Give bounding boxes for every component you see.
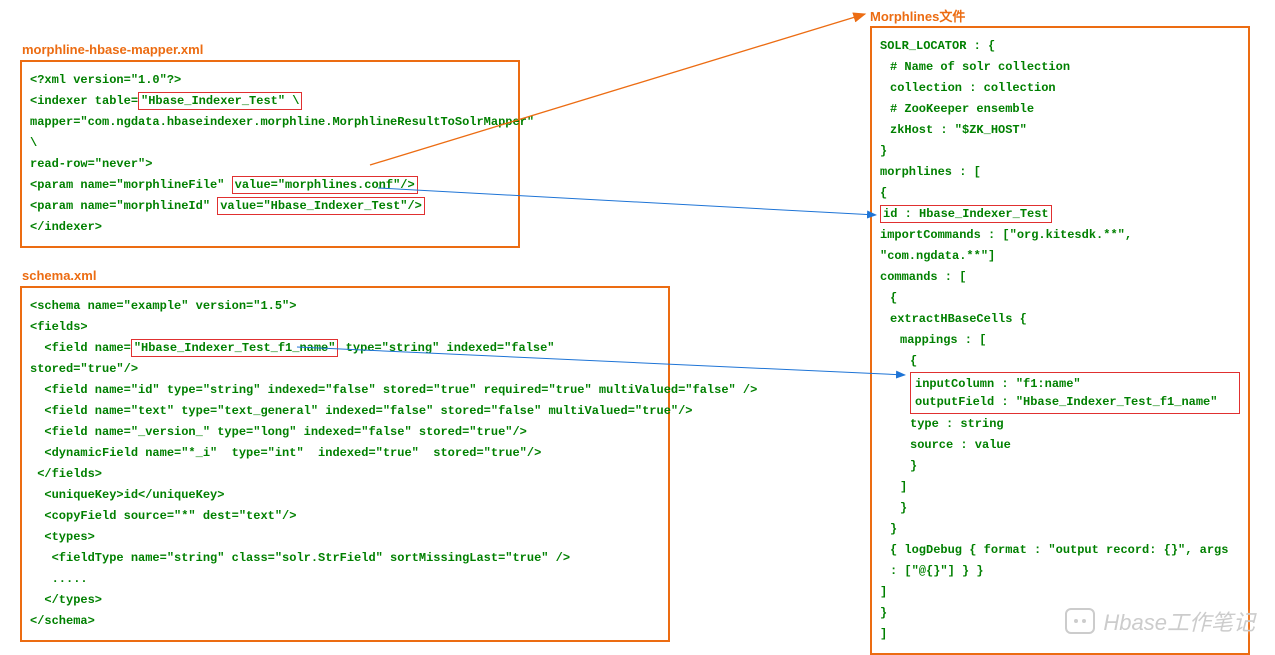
code-line: </fields> [30,464,660,485]
wechat-icon [1065,608,1095,634]
mapper-file-hl: value="morphlines.conf"/> [232,176,418,194]
code-line: morphlines : [ [880,162,1240,183]
morph-id-hl: id : Hbase_Indexer_Test [880,205,1052,223]
code-line: </types> [30,590,660,611]
code-line: </schema> [30,611,660,632]
code-line: id : Hbase_Indexer_Test [880,204,1240,225]
code-line: <copyField source="*" dest="text"/> [30,506,660,527]
code-line: read-row="never"> [30,154,510,175]
code-line: collection : collection [880,78,1240,99]
code-line: importCommands : ["org.kitesdk.**", "com… [880,225,1240,267]
code-line: SOLR_LOCATOR : { [880,36,1240,57]
morphlines-box: SOLR_LOCATOR : { # Name of solr collecti… [870,26,1250,655]
code-line: <?xml version="1.0"?> [30,70,510,91]
code-line: <indexer table="Hbase_Indexer_Test" \ [30,91,510,112]
schema-title: schema.xml [22,268,96,283]
code-line: <field name="id" type="string" indexed="… [30,380,660,401]
code-line: <schema name="example" version="1.5"> [30,296,660,317]
code-line: } [880,519,1240,540]
code-line: ] [880,582,1240,603]
watermark: Hbase工作笔记 [1065,605,1255,637]
code-line: } [880,141,1240,162]
code-line: ..... [30,569,660,590]
code-text: <field name= [30,341,131,355]
code-line: # ZooKeeper ensemble [880,99,1240,120]
morph-mapping-hl: inputColumn : "f1:name" outputField : "H… [910,372,1240,414]
mapper-table-hl: "Hbase_Indexer_Test" \ [138,92,302,110]
morphlines-title: Morphlines文件 [870,6,965,25]
code-line: <dynamicField name="*_i" type="int" inde… [30,443,660,464]
mapper-id-hl: value="Hbase_Indexer_Test"/> [217,197,425,215]
code-line: <param name="morphlineFile" value="morph… [30,175,510,196]
code-line: { [880,288,1240,309]
code-line: <param name="morphlineId" value="Hbase_I… [30,196,510,217]
code-text: <param name="morphlineId" [30,199,217,213]
watermark-text: Hbase工作笔记 [1103,605,1255,637]
mapper-title: morphline-hbase-mapper.xml [22,42,203,57]
code-line: <field name="Hbase_Indexer_Test_f1_name"… [30,338,660,380]
code-line: { [880,183,1240,204]
code-line: <types> [30,527,660,548]
code-line: } [880,456,1240,477]
code-line: extractHBaseCells { [880,309,1240,330]
code-text: inputColumn : "f1:name" [915,375,1235,393]
code-line: commands : [ [880,267,1240,288]
mapper-box: <?xml version="1.0"?> <indexer table="Hb… [20,60,520,248]
code-line: mappings : [ [880,330,1240,351]
code-line: { logDebug { format : "output record: {}… [880,540,1240,582]
code-text: <indexer table= [30,94,138,108]
code-text: outputField : "Hbase_Indexer_Test_f1_nam… [915,393,1235,411]
code-line: <fields> [30,317,660,338]
code-line: ] [880,477,1240,498]
code-line: mapper="com.ngdata.hbaseindexer.morphlin… [30,112,510,154]
code-line: <field name="text" type="text_general" i… [30,401,660,422]
schema-field-hl: "Hbase_Indexer_Test_f1_name" [131,339,339,357]
code-line: type : string [880,414,1240,435]
code-line: <uniqueKey>id</uniqueKey> [30,485,660,506]
code-line: # Name of solr collection [880,57,1240,78]
code-line: inputColumn : "f1:name" outputField : "H… [880,372,1240,414]
code-line: zkHost : "$ZK_HOST" [880,120,1240,141]
code-text: <param name="morphlineFile" [30,178,232,192]
code-line: } [880,498,1240,519]
code-line: { [880,351,1240,372]
code-line: <fieldType name="string" class="solr.Str… [30,548,660,569]
code-line: source : value [880,435,1240,456]
schema-box: <schema name="example" version="1.5"> <f… [20,286,670,642]
code-line: <field name="_version_" type="long" inde… [30,422,660,443]
code-line: </indexer> [30,217,510,238]
